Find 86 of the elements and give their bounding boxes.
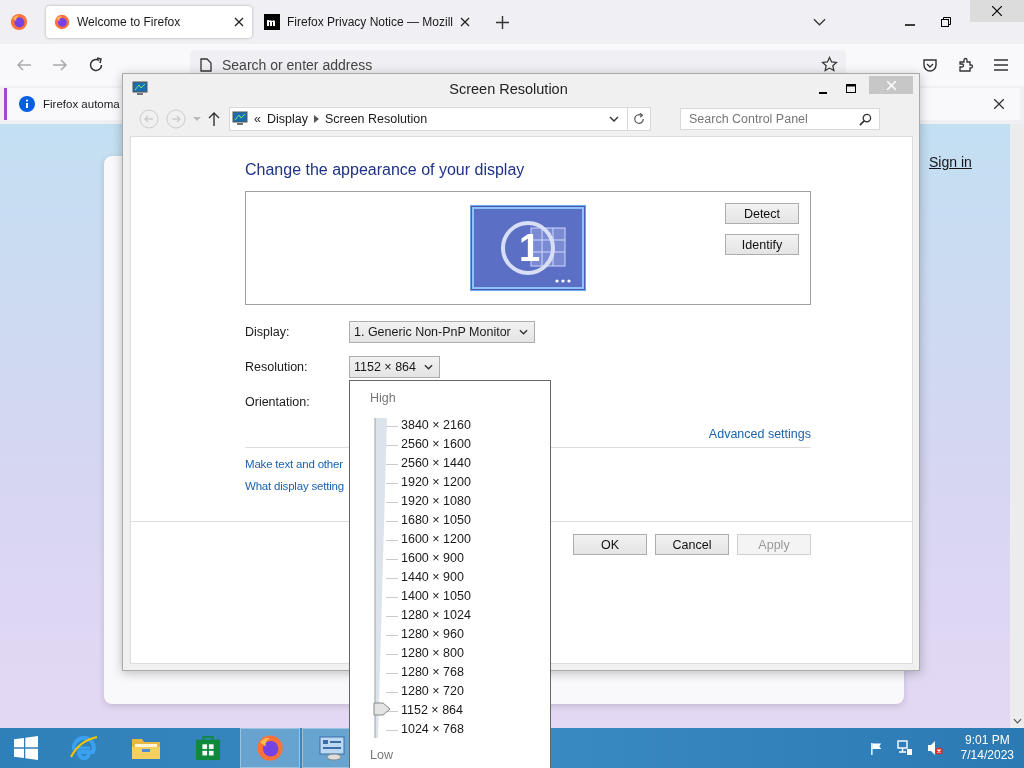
slider-thumb[interactable] [373, 702, 391, 716]
breadcrumb-item[interactable]: Screen Resolution [324, 112, 428, 126]
taskbar-app[interactable] [240, 728, 300, 768]
help-link[interactable]: Make text and other [245, 458, 343, 470]
scroll-down-icon[interactable] [1012, 718, 1022, 724]
close-tab-icon[interactable] [234, 17, 244, 27]
resolution-option[interactable]: 2560 × 1440 [401, 455, 471, 470]
advanced-settings-link[interactable]: Advanced settings [708, 427, 811, 441]
control-panel-icon [318, 734, 346, 762]
muted-speaker-icon[interactable] [926, 740, 943, 756]
resolution-option[interactable]: 1440 × 900 [401, 569, 464, 584]
search-field[interactable]: Search Control Panel [680, 108, 880, 130]
resolution-option[interactable]: 1280 × 1024 [401, 607, 471, 622]
resolution-option[interactable]: 2560 × 1600 [401, 436, 471, 451]
dialog-button[interactable]: OK [573, 534, 647, 555]
clock[interactable]: 9:01 PM 7/14/2023 [960, 733, 1014, 763]
separator-arrow-icon[interactable] [313, 115, 319, 123]
flag-icon[interactable] [869, 741, 883, 755]
restore-icon[interactable] [941, 17, 951, 27]
scrollbar[interactable] [1010, 124, 1024, 728]
resolution-option[interactable]: 1280 × 800 [401, 645, 464, 660]
resolution-option[interactable]: 1280 × 768 [401, 664, 464, 679]
resolution-option[interactable]: 1280 × 720 [401, 683, 464, 698]
dropdown-select[interactable]: 1152 × 864 [349, 356, 440, 378]
monitor-drawing[interactable] [471, 206, 585, 290]
dialog-button[interactable]: Cancel [655, 534, 729, 555]
maximize-icon[interactable] [846, 84, 856, 94]
mozilla-icon [264, 14, 280, 30]
address-bar[interactable]: « Display Screen Resolution [229, 107, 651, 131]
clock-time: 9:01 PM [964, 733, 1010, 748]
clock-date: 7/14/2023 [960, 748, 1014, 763]
page-icon [200, 58, 212, 72]
resolution-option[interactable]: 1600 × 1200 [401, 531, 471, 546]
close-icon[interactable] [992, 6, 1002, 16]
network-icon[interactable] [896, 740, 913, 756]
browser-tab[interactable]: Welcome to Firefox [46, 6, 252, 38]
help-link[interactable]: What display setting [245, 480, 344, 492]
notification-text: Firefox automa [43, 98, 120, 110]
ie-icon [69, 733, 99, 763]
dropdown-select[interactable]: 1. Generic Non-PnP Monitor [349, 321, 535, 343]
resolution-option[interactable]: 1680 × 1050 [401, 512, 471, 527]
overflow-chevron[interactable]: « [254, 112, 261, 126]
field-label: Resolution: [245, 360, 309, 374]
field-label: Orientation: [245, 395, 311, 409]
resolution-option[interactable]: 1400 × 1050 [401, 588, 471, 603]
tab-list-icon[interactable] [813, 18, 826, 26]
resolution-option[interactable]: 1600 × 900 [401, 550, 464, 565]
resolution-option[interactable]: 3840 × 2160 [401, 417, 471, 432]
firefox-logo-icon[interactable] [10, 13, 28, 31]
dropdown-caret-icon[interactable] [609, 116, 619, 122]
firefox-icon [256, 734, 284, 762]
start-button-icon[interactable] [14, 736, 38, 760]
menu-icon[interactable] [994, 59, 1008, 71]
search-icon[interactable] [859, 113, 872, 126]
pocket-icon[interactable] [922, 57, 938, 73]
refresh-icon[interactable] [633, 113, 645, 125]
display-icon [232, 111, 248, 127]
close-tab-icon[interactable] [460, 17, 471, 27]
sign-in-link[interactable]: Sign in [929, 154, 972, 170]
slider-low-label: Low [370, 748, 394, 764]
resolution-option[interactable]: 1152 × 864 [401, 702, 463, 717]
resolution-option[interactable]: 1920 × 1200 [401, 474, 471, 489]
extensions-icon[interactable] [958, 57, 974, 73]
page-heading: Change the appearance of your display [245, 161, 526, 179]
display-icon [132, 81, 148, 97]
side-button[interactable]: Identify [725, 234, 799, 255]
side-button[interactable]: Detect [725, 203, 799, 224]
monitor-number: 1 [519, 226, 541, 270]
breadcrumb-item[interactable]: Display [266, 112, 308, 126]
new-tab-icon[interactable] [496, 15, 510, 29]
firefox-icon [54, 14, 70, 30]
bookmark-star-icon[interactable] [821, 56, 838, 73]
reload-icon[interactable] [88, 57, 104, 73]
field-label: Display: [245, 325, 291, 339]
caret-icon[interactable] [518, 329, 528, 335]
caret-icon[interactable] [424, 364, 433, 370]
store-icon [195, 735, 221, 761]
window-title: Screen Resolution [448, 81, 569, 97]
slider-high-label: High [370, 391, 397, 407]
close-icon[interactable] [994, 99, 1004, 109]
up-arrow-icon[interactable] [208, 112, 220, 126]
resolution-option[interactable]: 1920 × 1080 [401, 493, 471, 508]
resolution-option[interactable]: 1280 × 960 [401, 626, 464, 641]
browser-tab[interactable]: Firefox Privacy Notice — Mozill [256, 6, 479, 38]
resolution-option[interactable]: 1024 × 768 [401, 721, 464, 736]
info-icon [19, 96, 35, 112]
